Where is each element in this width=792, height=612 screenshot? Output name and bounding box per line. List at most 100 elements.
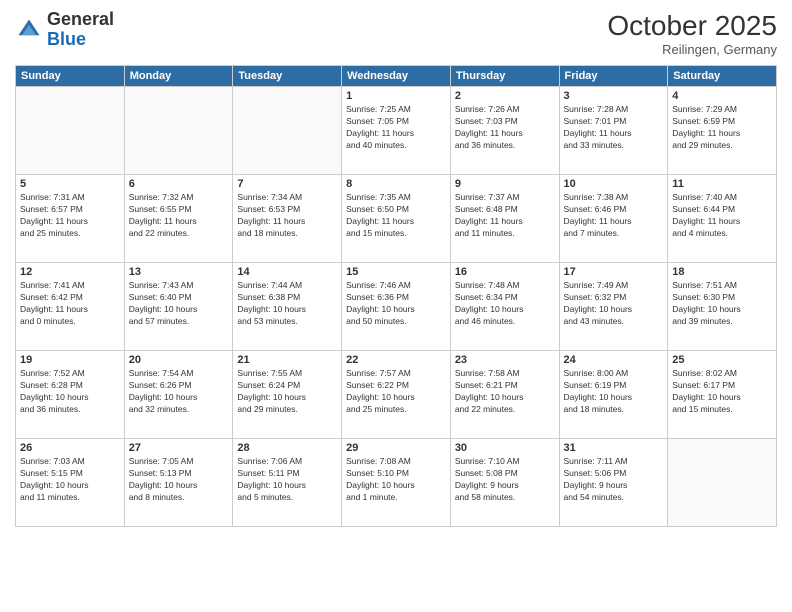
- day-cell: 26Sunrise: 7:03 AM Sunset: 5:15 PM Dayli…: [16, 439, 125, 527]
- day-cell: 22 Sunrise: 7:57 AM Sunset: 6:22 PM Dayli…: [342, 351, 451, 439]
- day-cell: 1Sunrise: 7:25 AM Sunset: 7:05 PM Daylig…: [342, 87, 451, 175]
- day-cell: 16 Sunrise: 7:48 AM Sunset: 6:34 PM Dayli…: [450, 263, 559, 351]
- day-cell: 2Sunrise: 7:26 AM Sunset: 7:03 PM Daylig…: [450, 87, 559, 175]
- day-info: Sunrise: 7:29 AM Sunset: 6:59 PM Dayligh…: [672, 104, 772, 152]
- day-info: Sunrise: 7:48 AM Sunset: 6:34 PM Dayligh…: [455, 280, 555, 328]
- day-cell: [233, 87, 342, 175]
- week-row-5: 26Sunrise: 7:03 AM Sunset: 5:15 PM Dayli…: [16, 439, 777, 527]
- day-info: Sunrise: 7:26 AM Sunset: 7:03 PM Dayligh…: [455, 104, 555, 152]
- week-row-1: 1Sunrise: 7:25 AM Sunset: 7:05 PM Daylig…: [16, 87, 777, 175]
- day-number: 7: [237, 178, 337, 190]
- day-cell: 7 Sunrise: 7:34 AM Sunset: 6:53 PM Daylig…: [233, 175, 342, 263]
- day-cell: 18Sunrise: 7:51 AM Sunset: 6:30 PM Dayli…: [668, 263, 777, 351]
- day-info: Sunrise: 7:05 AM Sunset: 5:13 PM Dayligh…: [129, 456, 229, 504]
- week-row-4: 19 Sunrise: 7:52 AM Sunset: 6:28 PM Dayli…: [16, 351, 777, 439]
- day-info: Sunrise: 7:43 AM Sunset: 6:40 PM Dayligh…: [129, 280, 229, 328]
- weekday-header-wednesday: Wednesday: [342, 66, 451, 87]
- day-cell: 27 Sunrise: 7:05 AM Sunset: 5:13 PM Dayli…: [124, 439, 233, 527]
- day-info: Sunrise: 7:55 AM Sunset: 6:24 PM Dayligh…: [237, 368, 337, 416]
- day-cell: 11 Sunrise: 7:40 AM Sunset: 6:44 PM Dayli…: [668, 175, 777, 263]
- day-info: Sunrise: 7:58 AM Sunset: 6:21 PM Dayligh…: [455, 368, 555, 416]
- day-info: Sunrise: 7:57 AM Sunset: 6:22 PM Dayligh…: [346, 368, 446, 416]
- header: General Blue October 2025 Reilingen, Ger…: [15, 10, 777, 57]
- day-number: 14: [237, 266, 337, 278]
- week-row-2: 5Sunrise: 7:31 AM Sunset: 6:57 PM Daylig…: [16, 175, 777, 263]
- day-cell: 6 Sunrise: 7:32 AM Sunset: 6:55 PM Daylig…: [124, 175, 233, 263]
- day-info: Sunrise: 7:06 AM Sunset: 5:11 PM Dayligh…: [237, 456, 337, 504]
- day-number: 12: [20, 266, 120, 278]
- day-cell: 21 Sunrise: 7:55 AM Sunset: 6:24 PM Dayli…: [233, 351, 342, 439]
- day-cell: 31Sunrise: 7:11 AM Sunset: 5:06 PM Dayli…: [559, 439, 668, 527]
- page-container: General Blue October 2025 Reilingen, Ger…: [0, 0, 792, 612]
- day-cell: 20Sunrise: 7:54 AM Sunset: 6:26 PM Dayli…: [124, 351, 233, 439]
- weekday-header-saturday: Saturday: [668, 66, 777, 87]
- day-cell: [124, 87, 233, 175]
- logo-text: General Blue: [47, 10, 114, 50]
- day-info: Sunrise: 8:00 AM Sunset: 6:19 PM Dayligh…: [564, 368, 664, 416]
- day-number: 9: [455, 178, 555, 190]
- day-number: 16: [455, 266, 555, 278]
- day-number: 30: [455, 442, 555, 454]
- day-info: Sunrise: 7:37 AM Sunset: 6:48 PM Dayligh…: [455, 192, 555, 240]
- day-info: Sunrise: 7:11 AM Sunset: 5:06 PM Dayligh…: [564, 456, 664, 504]
- day-info: Sunrise: 7:40 AM Sunset: 6:44 PM Dayligh…: [672, 192, 772, 240]
- logo-icon: [15, 16, 43, 44]
- day-number: 26: [20, 442, 120, 454]
- day-info: Sunrise: 7:32 AM Sunset: 6:55 PM Dayligh…: [129, 192, 229, 240]
- day-cell: 12 Sunrise: 7:41 AM Sunset: 6:42 PM Dayli…: [16, 263, 125, 351]
- day-number: 28: [237, 442, 337, 454]
- day-info: Sunrise: 7:51 AM Sunset: 6:30 PM Dayligh…: [672, 280, 772, 328]
- month-title: October 2025: [607, 10, 777, 42]
- day-cell: 29 Sunrise: 7:08 AM Sunset: 5:10 PM Dayli…: [342, 439, 451, 527]
- day-cell: 3Sunrise: 7:28 AM Sunset: 7:01 PM Daylig…: [559, 87, 668, 175]
- day-info: Sunrise: 7:46 AM Sunset: 6:36 PM Dayligh…: [346, 280, 446, 328]
- day-number: 8: [346, 178, 446, 190]
- day-cell: 30 Sunrise: 7:10 AM Sunset: 5:08 PM Dayli…: [450, 439, 559, 527]
- day-cell: 5Sunrise: 7:31 AM Sunset: 6:57 PM Daylig…: [16, 175, 125, 263]
- day-cell: 4 Sunrise: 7:29 AM Sunset: 6:59 PM Daylig…: [668, 87, 777, 175]
- weekday-header-thursday: Thursday: [450, 66, 559, 87]
- day-cell: 8 Sunrise: 7:35 AM Sunset: 6:50 PM Daylig…: [342, 175, 451, 263]
- day-info: Sunrise: 7:38 AM Sunset: 6:46 PM Dayligh…: [564, 192, 664, 240]
- day-number: 27: [129, 442, 229, 454]
- day-info: Sunrise: 7:52 AM Sunset: 6:28 PM Dayligh…: [20, 368, 120, 416]
- day-info: Sunrise: 7:25 AM Sunset: 7:05 PM Dayligh…: [346, 104, 446, 152]
- day-number: 6: [129, 178, 229, 190]
- day-number: 5: [20, 178, 120, 190]
- day-number: 24: [564, 354, 664, 366]
- day-number: 13: [129, 266, 229, 278]
- day-number: 11: [672, 178, 772, 190]
- day-number: 4: [672, 90, 772, 102]
- day-info: Sunrise: 7:49 AM Sunset: 6:32 PM Dayligh…: [564, 280, 664, 328]
- day-cell: 17 Sunrise: 7:49 AM Sunset: 6:32 PM Dayli…: [559, 263, 668, 351]
- day-cell: 14 Sunrise: 7:44 AM Sunset: 6:38 PM Dayli…: [233, 263, 342, 351]
- location: Reilingen, Germany: [607, 42, 777, 57]
- day-cell: 9 Sunrise: 7:37 AM Sunset: 6:48 PM Daylig…: [450, 175, 559, 263]
- day-info: Sunrise: 7:54 AM Sunset: 6:26 PM Dayligh…: [129, 368, 229, 416]
- weekday-header-tuesday: Tuesday: [233, 66, 342, 87]
- logo-general: General: [47, 9, 114, 29]
- day-cell: 28 Sunrise: 7:06 AM Sunset: 5:11 PM Dayli…: [233, 439, 342, 527]
- weekday-header-friday: Friday: [559, 66, 668, 87]
- title-block: October 2025 Reilingen, Germany: [607, 10, 777, 57]
- day-number: 17: [564, 266, 664, 278]
- day-number: 29: [346, 442, 446, 454]
- day-number: 22: [346, 354, 446, 366]
- day-cell: 25Sunrise: 8:02 AM Sunset: 6:17 PM Dayli…: [668, 351, 777, 439]
- day-info: Sunrise: 7:10 AM Sunset: 5:08 PM Dayligh…: [455, 456, 555, 504]
- day-number: 15: [346, 266, 446, 278]
- day-info: Sunrise: 7:44 AM Sunset: 6:38 PM Dayligh…: [237, 280, 337, 328]
- day-cell: [668, 439, 777, 527]
- day-number: 3: [564, 90, 664, 102]
- weekday-header-monday: Monday: [124, 66, 233, 87]
- day-number: 19: [20, 354, 120, 366]
- day-info: Sunrise: 7:41 AM Sunset: 6:42 PM Dayligh…: [20, 280, 120, 328]
- day-info: Sunrise: 7:35 AM Sunset: 6:50 PM Dayligh…: [346, 192, 446, 240]
- day-number: 23: [455, 354, 555, 366]
- day-cell: 23 Sunrise: 7:58 AM Sunset: 6:21 PM Dayli…: [450, 351, 559, 439]
- logo-blue: Blue: [47, 29, 86, 49]
- day-info: Sunrise: 7:08 AM Sunset: 5:10 PM Dayligh…: [346, 456, 446, 504]
- day-cell: 19 Sunrise: 7:52 AM Sunset: 6:28 PM Dayli…: [16, 351, 125, 439]
- day-number: 21: [237, 354, 337, 366]
- day-info: Sunrise: 7:34 AM Sunset: 6:53 PM Dayligh…: [237, 192, 337, 240]
